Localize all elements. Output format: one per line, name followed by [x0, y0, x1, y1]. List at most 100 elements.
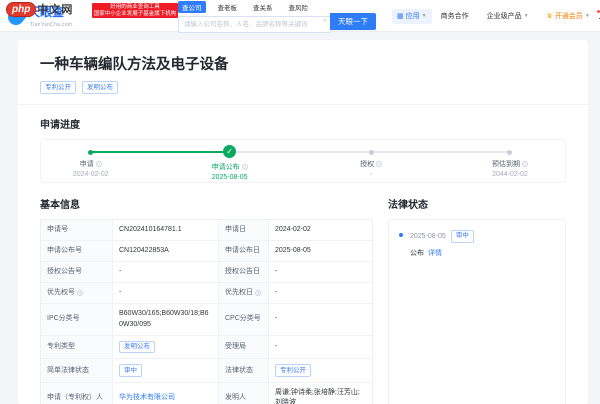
- info-label-text: 法律状态: [225, 366, 253, 374]
- info-label-text: 简单法律状态: [47, 366, 89, 374]
- progress-step-text: 授权: [360, 160, 375, 168]
- info-value: 审中: [113, 359, 219, 384]
- php-logo-suffix: 中文网: [37, 4, 74, 16]
- search-input[interactable]: [178, 16, 330, 33]
- nav-cooperation[interactable]: 商务合作: [441, 11, 469, 21]
- info-value: CN120422853A: [113, 240, 219, 263]
- patent-tag-public: 专利公开: [40, 81, 76, 94]
- help-icon[interactable]: ?: [376, 160, 383, 167]
- crown-icon: ♛: [546, 13, 553, 20]
- progress-timeline: 申请? 2024-02-02 ✓ 申请公布? 2025-08-05 授权? - 预估到期? 20…: [40, 138, 566, 183]
- divider: [18, 103, 588, 105]
- search-tab-relation[interactable]: 查关系: [249, 1, 277, 13]
- chevron-down-icon: ▼: [421, 13, 427, 19]
- content-columns: 基本信息 申请号 CN202410164781.1 申请日 2024-02-02 申请公…: [40, 196, 566, 404]
- info-value-text: -: [275, 289, 278, 297]
- info-label: 优先权日?: [219, 283, 269, 305]
- info-label-text: CPC分类号: [225, 315, 261, 323]
- info-value: B60W30/165;B60W30/18;B60W30/095: [113, 304, 219, 336]
- progress-node-icon: [88, 149, 94, 155]
- legal-status-badge: 审中: [450, 229, 474, 243]
- patent-tags: 专利公开 发明公布: [40, 81, 566, 94]
- info-value-text: -: [275, 342, 278, 350]
- info-value: -: [269, 304, 372, 336]
- progress-step-text: 申请公布: [211, 163, 240, 171]
- info-value: 2025-08-05: [269, 241, 372, 263]
- info-label-text: 发明人: [225, 394, 246, 402]
- info-value: -: [269, 336, 372, 360]
- info-value: -: [269, 262, 372, 284]
- info-label-text: 申请公布号: [47, 246, 82, 254]
- legal-status-line1: 2025-08-05 审中: [410, 229, 555, 243]
- info-label-text: 授权公告号: [47, 268, 82, 276]
- legal-status-card: 2025-08-05 审中公布 详情: [388, 218, 566, 404]
- basic-info-column: 基本信息 申请号 CN202410164781.1 申请日 2024-02-02 申请公…: [40, 196, 373, 404]
- info-value-text: 2025-08-05: [275, 246, 311, 254]
- progress-step-label: 申请?: [41, 159, 141, 169]
- info-label-text: 专利类型: [47, 342, 75, 350]
- info-value: -: [269, 283, 372, 305]
- legal-status-line2: 公布 详情: [410, 248, 555, 258]
- info-label: 授权公告号: [41, 262, 113, 284]
- tianyancha-domain: TianYanCha.com: [30, 22, 73, 28]
- info-value-text: B60W30/165;B60W30/18;B60W30/095: [119, 310, 209, 328]
- progress-step-date: 2024-02-02: [72, 171, 109, 179]
- progress-node-icon: [368, 149, 374, 155]
- entity-link[interactable]: 华为技术有限公司: [119, 393, 175, 403]
- info-value: 2024-02-02: [269, 220, 372, 241]
- info-label-text: 受理局: [225, 342, 246, 350]
- promo-banner-line2: 国家中小企业发展子基金旗下机构: [93, 11, 177, 17]
- progress-step-4: 预估到期? 2044-02-02: [460, 140, 560, 178]
- info-value: 周谦;钟诗柔;张培静;汪芳山;刘晓波: [269, 383, 372, 404]
- info-label-text: 申请号: [47, 225, 68, 233]
- search-tab-company[interactable]: 查公司: [178, 1, 206, 13]
- info-label: CPC分类号: [219, 304, 269, 336]
- help-icon[interactable]: ?: [77, 290, 83, 297]
- search-tab-boss[interactable]: 查老板: [214, 1, 242, 13]
- timeline-bullet-icon: [399, 232, 403, 237]
- info-value: 华为技术有限公司: [113, 383, 219, 404]
- chevron-down-icon: ▼: [584, 13, 590, 19]
- info-label: 授权公告日: [219, 262, 269, 284]
- nav-enterprise[interactable]: 企业级产品 ▼: [487, 11, 529, 21]
- info-value: -: [113, 283, 219, 305]
- legal-status-item: 2025-08-05 审中公布 详情: [399, 229, 555, 258]
- detail-link[interactable]: 详情: [428, 248, 442, 258]
- info-value: 专利公开: [269, 359, 372, 384]
- page-title: 一种车辆编队方法及电子设备: [40, 57, 229, 73]
- grid-icon: ▦: [397, 13, 404, 20]
- php-logo-icon: php: [6, 1, 37, 17]
- info-label: 优先权号?: [41, 283, 113, 305]
- info-label-text: 授权公告日: [225, 268, 260, 276]
- top-header: 天眼查 TianYanCha.com php 中文网 好用的商业查询工具 国家中…: [0, 0, 600, 33]
- info-label: 申请（专利权）人: [41, 383, 113, 404]
- search-tab-risk[interactable]: 查风险: [285, 1, 313, 13]
- info-label: 法律状态: [219, 359, 269, 384]
- search-button[interactable]: 天眼一下: [330, 13, 376, 30]
- help-icon[interactable]: ?: [241, 163, 248, 170]
- progress-step-date: 2025-08-05: [211, 174, 248, 182]
- info-value-text: -: [119, 268, 122, 276]
- progress-step-text: 预估到期: [491, 160, 520, 168]
- help-icon[interactable]: ?: [521, 160, 528, 167]
- info-value-text: 2024-02-02: [275, 225, 311, 233]
- patent-tag-invention: 发明公布: [82, 81, 118, 94]
- progress-step-label: 授权?: [321, 159, 421, 169]
- help-icon[interactable]: ?: [95, 160, 102, 167]
- progress-node-icon: [507, 149, 513, 155]
- legal-event-text: 公布: [410, 249, 424, 257]
- notification-badge: [596, 10, 600, 13]
- nav-cooperation-label: 商务合作: [440, 13, 469, 20]
- info-label-text: 申请日: [225, 225, 246, 233]
- top-nav: ▦ 应用 ▼ 商务合作 企业级产品 ▼ ♛ 开通会员 ▼ 超级风.. ▼: [392, 0, 600, 32]
- clear-icon[interactable]: ×: [322, 16, 327, 26]
- nav-apps[interactable]: ▦ 应用 ▼: [392, 8, 432, 24]
- info-value: -: [113, 262, 219, 284]
- nav-member[interactable]: ♛ 开通会员 ▼: [547, 11, 590, 21]
- progress-step-1: 申请? 2024-02-02: [41, 140, 141, 179]
- help-icon[interactable]: ?: [255, 290, 261, 297]
- search-row: × 天眼一下: [178, 13, 382, 33]
- logo-area: 天眼查 TianYanCha.com php 中文网 好用的商业查询工具 国家中…: [4, 0, 178, 32]
- info-value-text: CN202410164781.1: [119, 225, 182, 233]
- status-badge: 发明公布: [119, 340, 155, 354]
